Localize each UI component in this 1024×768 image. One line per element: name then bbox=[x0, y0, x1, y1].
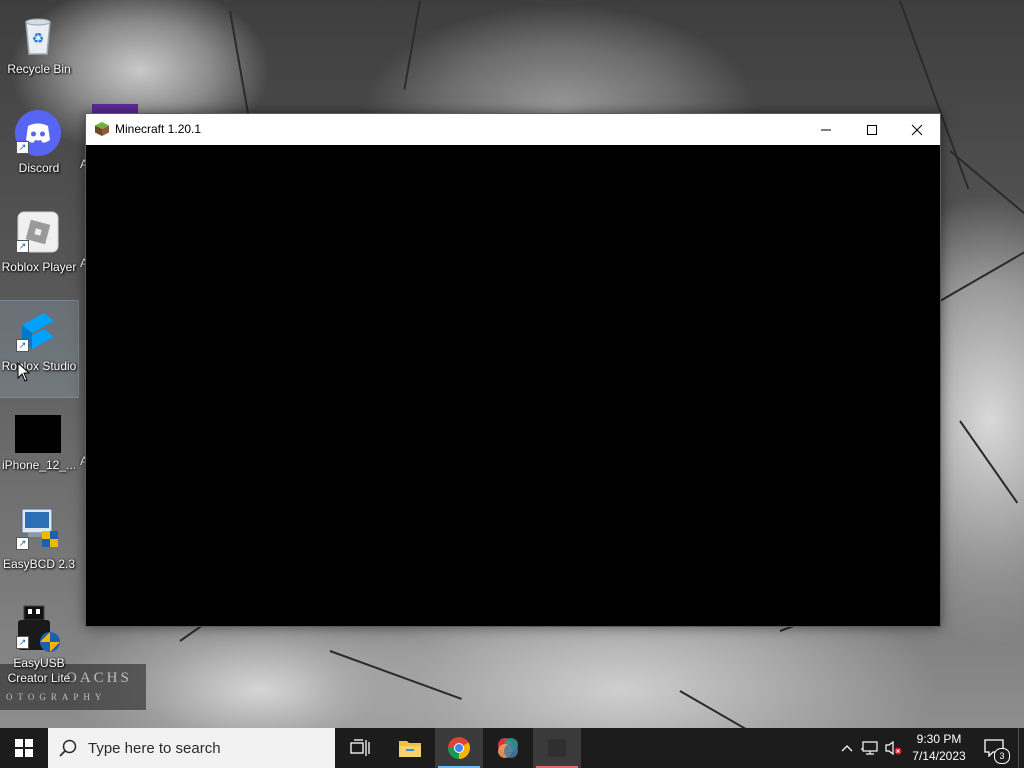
show-desktop-button[interactable] bbox=[1018, 728, 1024, 768]
desktop-icon-label: Recycle Bin bbox=[7, 62, 71, 76]
window-title: Minecraft 1.20.1 bbox=[115, 122, 202, 136]
shortcut-arrow-icon: ↗ bbox=[16, 636, 29, 649]
color-wheel-icon bbox=[498, 738, 518, 758]
notification-count-badge: 3 bbox=[994, 748, 1010, 764]
close-button[interactable] bbox=[894, 114, 940, 145]
window-content-area[interactable] bbox=[86, 145, 940, 626]
desktop-icon-discord[interactable]: ↗ Discord bbox=[0, 103, 78, 199]
clock-time: 9:30 PM bbox=[916, 732, 962, 746]
volume-button[interactable] bbox=[884, 739, 902, 757]
desktop-icon-easybcd[interactable]: ↗ EasyBCD 2.3 bbox=[0, 499, 78, 595]
taskbar-search-box[interactable]: Type here to search bbox=[48, 728, 335, 768]
window-titlebar[interactable]: Minecraft 1.20.1 bbox=[86, 114, 940, 145]
minecraft-window[interactable]: Minecraft 1.20.1 bbox=[85, 113, 941, 627]
desktop-icon-label: EasyBCD 2.3 bbox=[2, 557, 76, 571]
recycle-bin-icon: ♻ bbox=[14, 10, 62, 58]
desktop-icon-recycle-bin[interactable]: ♻ Recycle Bin bbox=[0, 4, 78, 100]
start-button[interactable] bbox=[0, 728, 48, 768]
volume-muted-icon bbox=[885, 740, 902, 756]
folder-icon bbox=[399, 741, 421, 757]
maximize-icon bbox=[867, 124, 877, 135]
close-icon bbox=[911, 124, 923, 135]
windows-logo-icon bbox=[15, 739, 33, 757]
search-icon bbox=[59, 739, 77, 757]
minecraft-grass-block-icon bbox=[95, 122, 109, 136]
minimize-button[interactable] bbox=[803, 114, 849, 145]
network-icon bbox=[861, 741, 878, 755]
svg-text:♻: ♻ bbox=[32, 31, 45, 47]
desktop-icon-label: iPhone_12_... bbox=[1, 458, 77, 472]
chevron-up-icon bbox=[841, 745, 853, 752]
mouse-cursor-icon bbox=[17, 362, 31, 382]
shortcut-arrow-icon: ↗ bbox=[16, 141, 29, 154]
desktop-icon-label: Discord bbox=[18, 161, 60, 175]
search-placeholder: Type here to search bbox=[88, 740, 221, 757]
task-view-button[interactable] bbox=[336, 728, 384, 768]
file-explorer-button[interactable] bbox=[386, 728, 434, 768]
shortcut-arrow-icon: ↗ bbox=[16, 240, 29, 253]
color-app-button[interactable] bbox=[484, 728, 532, 768]
minecraft-taskbar-button[interactable] bbox=[533, 728, 581, 768]
video-file-icon bbox=[14, 406, 62, 454]
show-hidden-icons-button[interactable] bbox=[838, 739, 856, 757]
action-center-button[interactable]: 3 bbox=[978, 728, 1010, 768]
task-view-icon bbox=[350, 739, 370, 756]
minecraft-icon bbox=[548, 739, 566, 757]
desktop-icon-label: Roblox Player bbox=[1, 260, 77, 274]
desktop-icon-label: EasyUSB Creator Lite bbox=[7, 656, 71, 685]
chrome-icon bbox=[448, 737, 470, 759]
desktop-icon-iphone-video[interactable]: iPhone_12_... bbox=[0, 400, 78, 496]
watermark-line2: OTOGRAPHY bbox=[6, 692, 107, 702]
clock-date: 7/14/2023 bbox=[912, 749, 966, 763]
desktop-icon-roblox-studio[interactable]: ↗ Roblox Studio bbox=[0, 300, 79, 398]
taskbar-clock[interactable]: 9:30 PM 7/14/2023 bbox=[904, 731, 974, 765]
chrome-button[interactable] bbox=[435, 728, 483, 768]
minimize-icon bbox=[821, 129, 831, 130]
network-button[interactable] bbox=[861, 739, 879, 757]
shortcut-arrow-icon: ↗ bbox=[16, 339, 29, 352]
taskbar: Type here to search 9:30 PM 7/14/2023 3 bbox=[0, 728, 1024, 768]
shortcut-arrow-icon: ↗ bbox=[16, 537, 29, 550]
maximize-button[interactable] bbox=[849, 114, 895, 145]
desktop-icon-roblox-player[interactable]: ↗ Roblox Player bbox=[0, 202, 78, 298]
desktop-icon-easyusb[interactable]: ↗ EasyUSB Creator Lite bbox=[0, 598, 78, 685]
desktop-icon-label: Roblox Studio bbox=[1, 359, 77, 373]
